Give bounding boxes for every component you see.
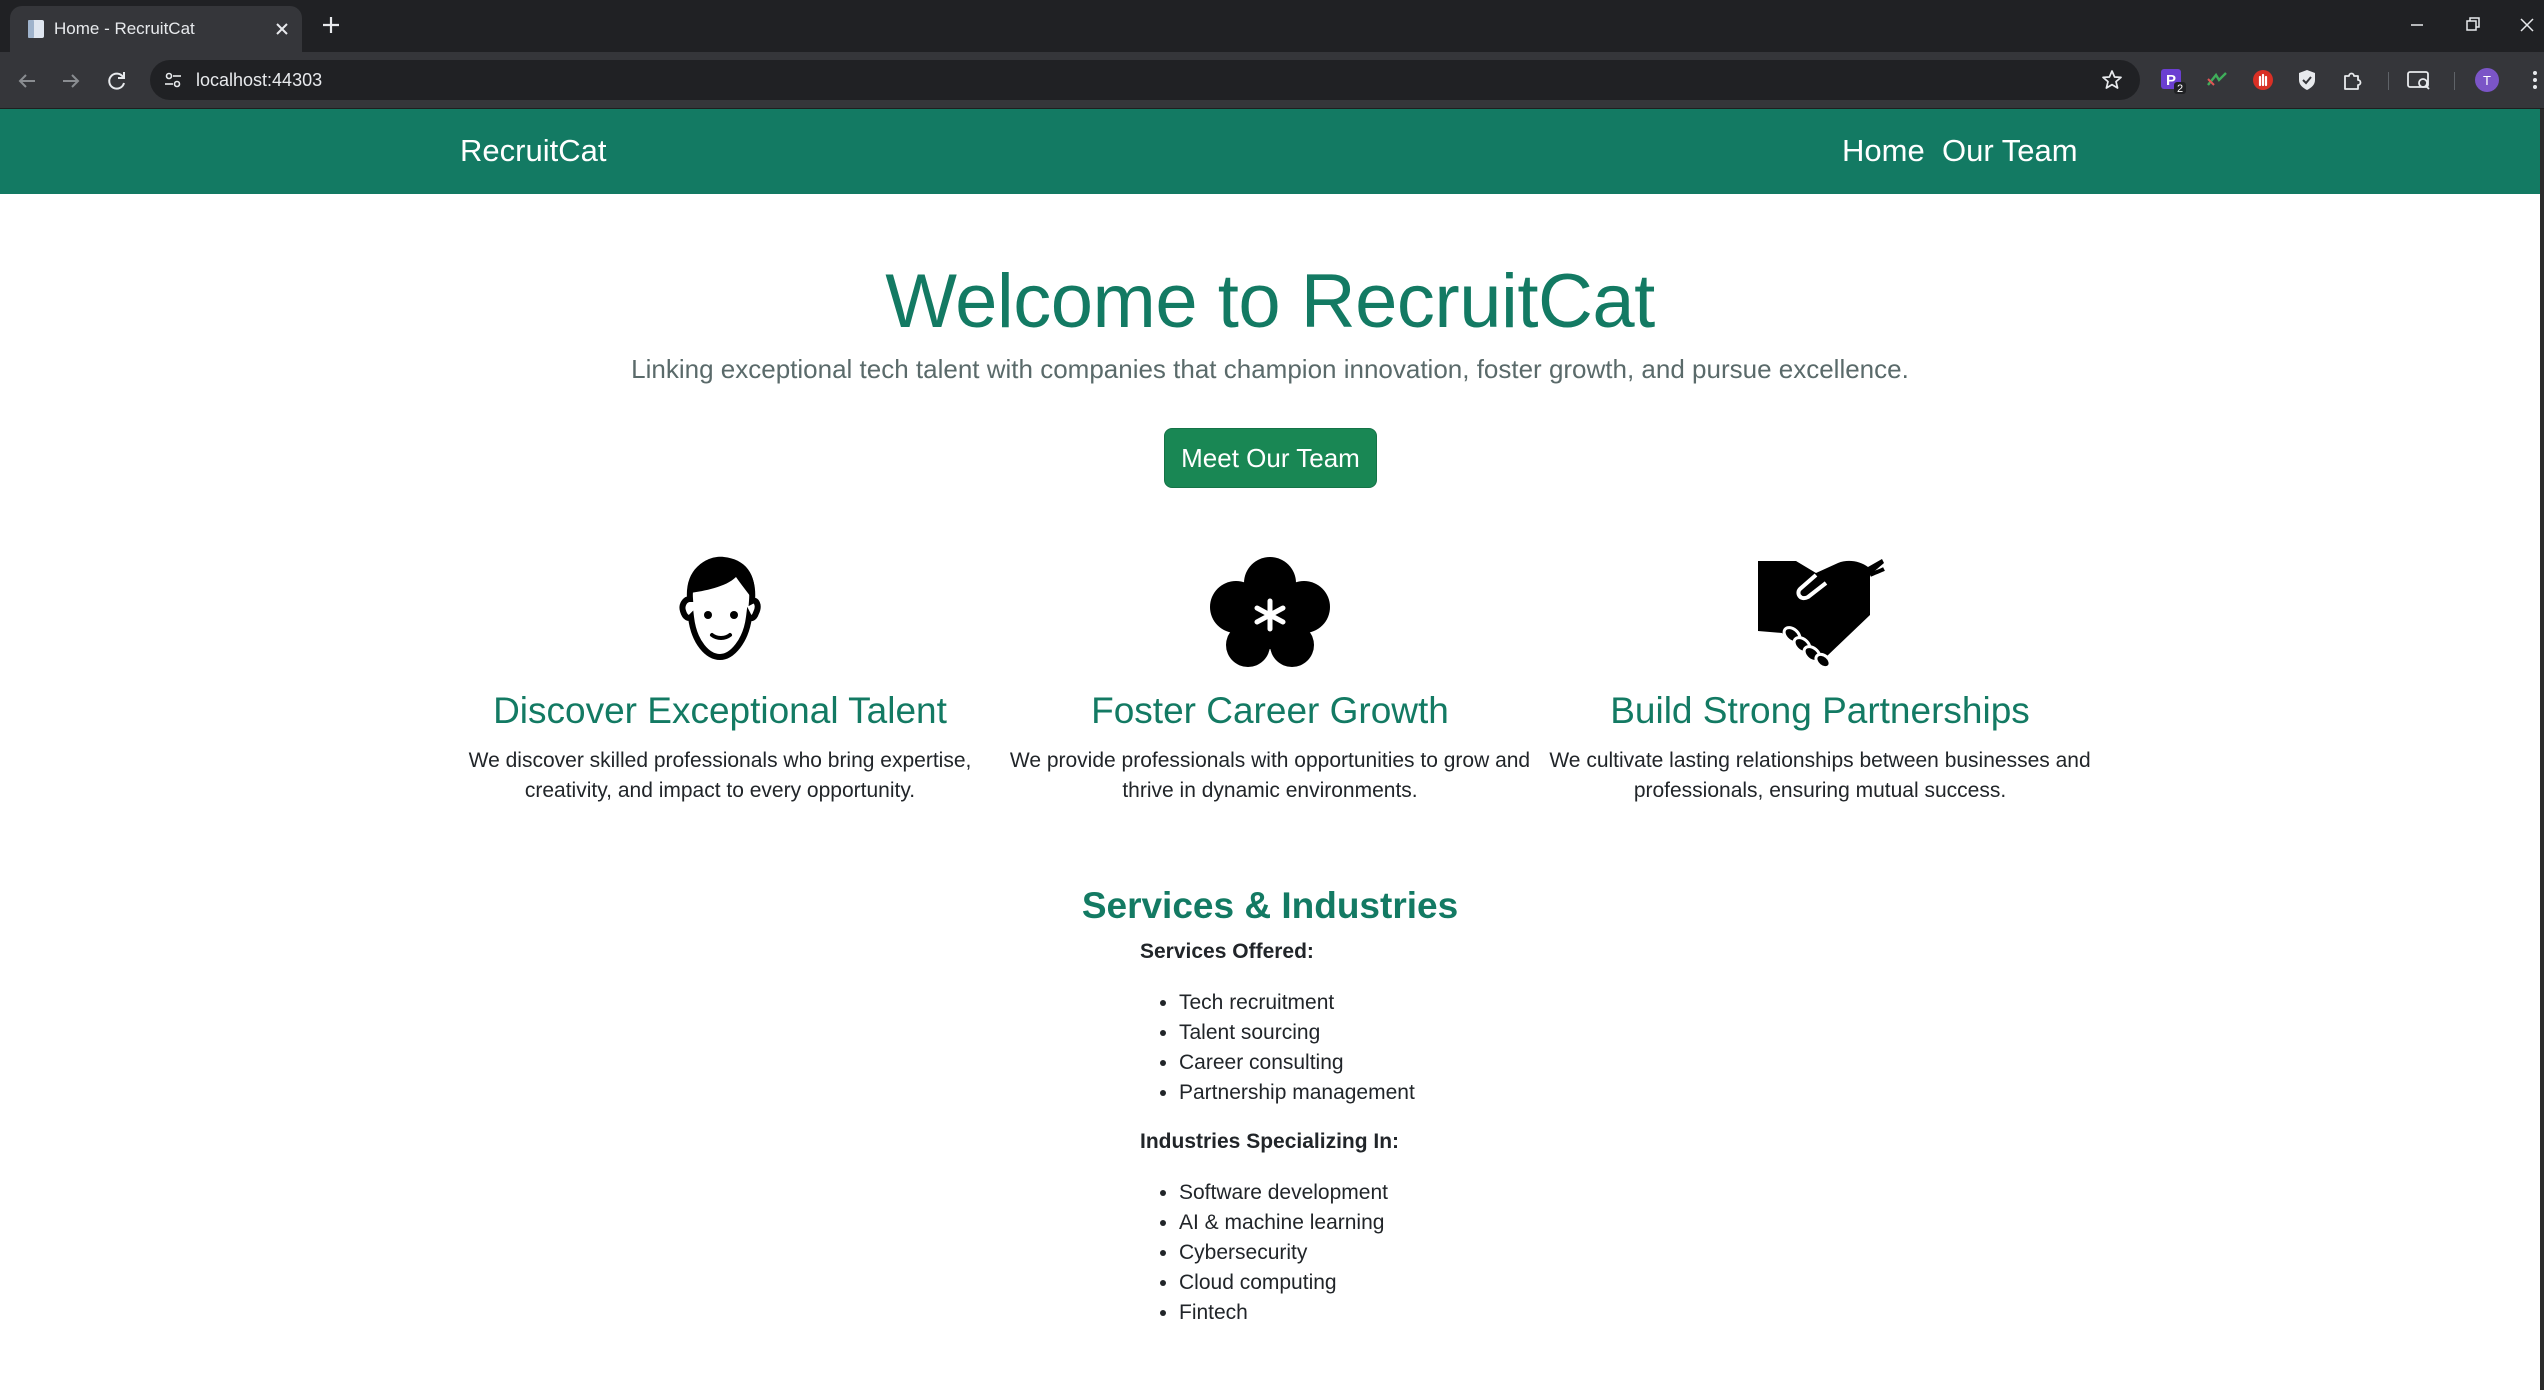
list-item: Cloud computing <box>1179 1268 1388 1298</box>
feature-text-line: professionals, ensuring mutual success. <box>1633 779 2007 802</box>
restore-window-icon[interactable] <box>2458 10 2488 40</box>
hero-subtitle: Linking exceptional tech talent with com… <box>631 354 1909 384</box>
list-item: Tech recruitment <box>1179 988 1415 1018</box>
profile-avatar-icon[interactable]: T <box>2472 65 2502 95</box>
list-item: Software development <box>1179 1178 1388 1208</box>
tab-search-icon[interactable] <box>2404 65 2434 95</box>
extension-green-arrow-icon[interactable] <box>2202 65 2232 95</box>
tab-title: Home - RecruitCat <box>54 19 195 38</box>
url-text: localhost:44303 <box>196 70 323 90</box>
feature-text-line: We cultivate lasting relationships betwe… <box>1549 749 2091 772</box>
nav-link-home[interactable]: Home <box>1842 133 1925 169</box>
site-navbar: RecruitCat Home Our Team <box>0 109 2540 194</box>
navbar-brand[interactable]: RecruitCat <box>460 133 606 169</box>
handshake-icon <box>1758 559 1885 670</box>
flower-icon <box>1210 557 1330 667</box>
services-offered-list: Tech recruitment Talent sourcing Career … <box>1179 988 1415 1108</box>
browser-tab-active[interactable]: Home - RecruitCat <box>10 6 302 52</box>
forward-arrow-icon[interactable] <box>56 66 86 96</box>
list-item: Fintech <box>1179 1298 1388 1328</box>
extension-shield-icon[interactable] <box>2292 65 2322 95</box>
reload-icon[interactable] <box>102 66 132 96</box>
svg-text:T: T <box>2483 73 2491 88</box>
close-window-icon[interactable] <box>2512 10 2542 40</box>
minimize-window-icon[interactable] <box>2402 10 2432 40</box>
feature-text-build: We cultivate lasting relationships betwe… <box>1540 746 2100 806</box>
list-item: Partnership management <box>1179 1078 1415 1108</box>
extension-purple-p-icon[interactable]: P 2 <box>2158 65 2188 95</box>
address-bar[interactable]: localhost:44303 <box>150 60 2140 100</box>
list-item: Cybersecurity <box>1179 1238 1388 1268</box>
list-item: Career consulting <box>1179 1048 1415 1078</box>
feature-text-line: thrive in dynamic environments. <box>1122 779 1418 802</box>
browser-menu-kebab-icon[interactable] <box>2520 65 2544 95</box>
person-face-icon <box>679 556 761 661</box>
toolbar-separator <box>2388 72 2389 90</box>
browser-tab-strip: Home - RecruitCat <box>0 0 2544 52</box>
services-offered-heading: Services Offered: <box>1140 940 1314 963</box>
feature-title-foster: Foster Career Growth <box>1091 690 1449 731</box>
toolbar-separator <box>2454 72 2455 90</box>
industries-heading: Industries Specializing In: <box>1140 1130 1400 1153</box>
list-item: AI & machine learning <box>1179 1208 1388 1238</box>
meet-our-team-button[interactable]: Meet Our Team <box>1164 428 1377 488</box>
hero-title: Welcome to RecruitCat <box>885 259 1655 344</box>
svg-text:2: 2 <box>2177 83 2183 95</box>
bookmark-star-icon[interactable] <box>2100 68 2124 92</box>
back-arrow-icon[interactable] <box>12 66 42 96</box>
feature-title-discover: Discover Exceptional Talent <box>493 690 947 731</box>
nav-link-our-team[interactable]: Our Team <box>1942 133 2078 169</box>
feature-text-line: We discover skilled professionals who br… <box>468 749 972 772</box>
list-item: Talent sourcing <box>1179 1018 1415 1048</box>
site-info-tune-icon[interactable] <box>162 69 184 91</box>
feature-text-foster: We provide professionals with opportunit… <box>990 746 1550 806</box>
feature-text-line: creativity, and impact to every opportun… <box>524 779 916 802</box>
document-favicon-icon <box>28 20 44 38</box>
browser-toolbar: localhost:44303 P 2 T <box>0 52 2544 109</box>
feature-text-discover: We discover skilled professionals who br… <box>440 746 1000 806</box>
industries-list: Software development AI & machine learni… <box>1179 1178 1388 1328</box>
new-tab-plus-icon[interactable] <box>318 12 344 38</box>
extension-red-hand-icon[interactable] <box>2248 65 2278 95</box>
extensions-puzzle-icon[interactable] <box>2338 65 2368 95</box>
services-title: Services & Industries <box>1081 885 1459 926</box>
feature-title-build: Build Strong Partnerships <box>1610 690 2030 731</box>
feature-text-line: We provide professionals with opportunit… <box>1009 749 1531 772</box>
close-tab-icon[interactable] <box>270 17 294 41</box>
window-edge <box>2540 109 2544 1390</box>
